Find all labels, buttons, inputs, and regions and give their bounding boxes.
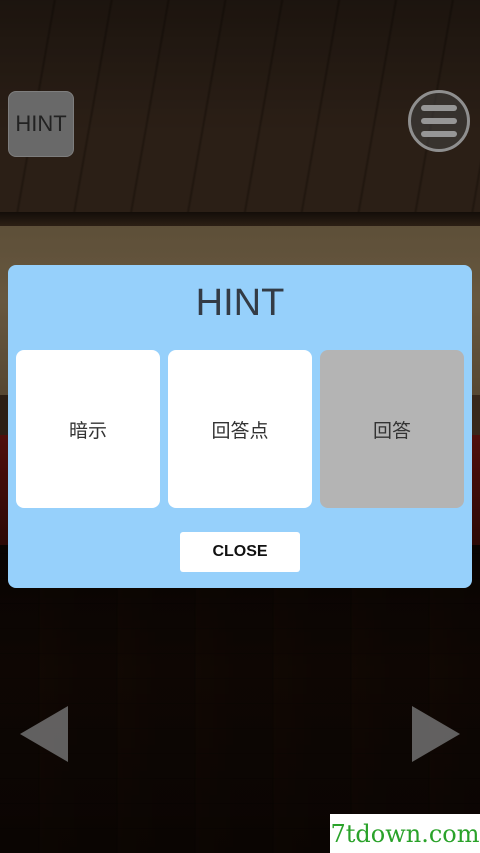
close-button[interactable]: CLOSE xyxy=(180,532,300,572)
dialog-title: HINT xyxy=(195,282,285,324)
hint-option-answer: 回答 xyxy=(320,350,464,508)
watermark: 7tdown.com xyxy=(330,814,480,853)
hint-option-answer-point[interactable]: 回答点 xyxy=(168,350,312,508)
game-scene: HINT HINT 暗示 回答点 回答 CLOSE 7tdown.com xyxy=(0,0,480,853)
hint-option-hint[interactable]: 暗示 xyxy=(16,350,160,508)
